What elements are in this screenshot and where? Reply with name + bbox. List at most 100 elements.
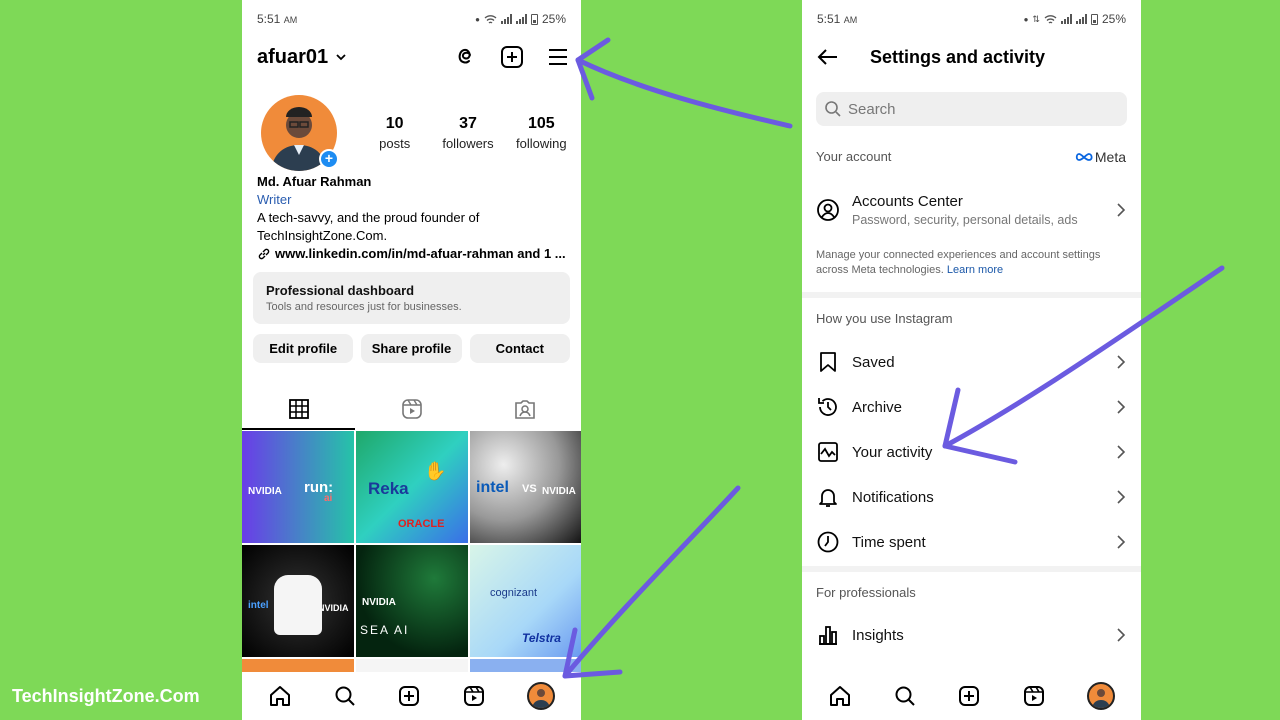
search-placeholder: Search [848,100,896,118]
section-for-professionals: For professionals [816,585,916,600]
signal-2-icon [1075,14,1087,24]
dot-icon: ● [475,14,480,24]
reels-icon[interactable] [462,684,486,708]
profile-avatar[interactable]: + [261,95,339,171]
data-arrows-icon: ⇅ [1032,13,1040,24]
share-profile-button[interactable]: Share profile [361,334,462,363]
profile-actions: Edit profile Share profile Contact [253,334,570,363]
battery-percent: 25% [541,12,566,26]
dashboard-subtitle: Tools and resources just for businesses. [266,301,462,313]
link-icon [258,248,270,260]
display-name: Md. Afuar Rahman [257,174,372,189]
signal-icon [500,14,512,24]
accounts-center-row[interactable]: Accounts Center Password, security, pers… [816,188,1127,232]
tab-reels[interactable] [355,388,468,430]
accounts-note: Manage your connected experiences and ac… [816,249,1101,276]
add-story-icon[interactable]: + [319,149,339,169]
post-thumbnail[interactable]: NVIDIA SEA AI [356,545,468,657]
bookmark-icon [820,352,836,372]
post-thumbnail[interactable]: intel NVIDIA [242,545,354,657]
bottom-nav [242,672,581,720]
dashboard-title: Professional dashboard [266,283,415,298]
post-thumbnail[interactable]: cognizant Telstra [470,545,581,657]
chevron-right-icon [1117,203,1126,217]
bottom-nav [802,672,1141,720]
search-input[interactable]: Search [816,92,1127,126]
home-icon[interactable] [828,684,852,708]
bio-link[interactable]: www.linkedin.com/in/md-afuar-rahman and … [257,245,571,263]
search-icon[interactable] [333,684,357,708]
chevron-right-icon [1117,445,1126,459]
search-icon [825,101,841,117]
signal-2-icon [515,14,527,24]
reels-icon[interactable] [1022,684,1046,708]
watermark: TechInsightZone.Com [12,686,200,706]
create-icon[interactable] [957,684,981,708]
chevron-right-icon [1117,628,1126,642]
page-title: Settings and activity [870,46,1046,67]
stat-followers[interactable]: 37 followers [431,115,504,151]
status-bar: 5:51 AM ● 25% [257,11,566,27]
profile-avatar-icon[interactable] [1086,682,1115,710]
wifi-icon [484,14,497,24]
create-icon[interactable] [397,684,421,708]
profile-header: afuar01 [257,42,571,72]
settings-item-notifications[interactable]: Notifications [816,475,1127,519]
activity-icon [818,442,838,462]
meta-infinity-icon [1075,153,1093,161]
username[interactable]: afuar01 [257,46,328,69]
settings-item-insights[interactable]: Insights [816,613,1127,657]
settings-item-saved[interactable]: Saved [816,340,1127,384]
back-arrow-icon[interactable] [816,45,840,69]
learn-more-link[interactable]: Learn more [947,264,1003,276]
tagged-icon [514,400,535,419]
bell-icon [819,489,837,507]
profile-bio: Md. Afuar Rahman Writer A tech-savvy, an… [257,173,571,263]
tab-grid[interactable] [242,388,355,430]
dot-icon: ● [1023,14,1029,24]
chevron-right-icon [1117,535,1126,549]
battery-percent: 25% [1101,12,1126,26]
llama-illustration [274,575,322,635]
home-icon[interactable] [268,684,292,708]
post-thumbnail[interactable]: intel VS NVIDIA [470,431,581,543]
settings-item-archive[interactable]: Archive [816,385,1127,429]
section-how-you-use: How you use Instagram [816,311,953,326]
bio-line-2: TechInsightZone.Com. [257,228,388,243]
settings-header: Settings and activity [816,42,1127,72]
post-thumbnail[interactable]: Reka ORACLE ✋ [356,431,468,543]
settings-item-your-activity[interactable]: Your activity [816,430,1127,474]
tab-tagged[interactable] [468,388,581,430]
search-icon[interactable] [893,684,917,708]
chevron-right-icon [1117,490,1126,504]
settings-screen: 5:51 AM ● ⇅ 25% Settings and activity Se… [802,0,1141,720]
battery-icon [530,13,538,25]
contact-button[interactable]: Contact [469,334,570,363]
stat-following[interactable]: 105 following [505,115,578,151]
profile-avatar-icon[interactable] [526,682,555,710]
edit-profile-button[interactable]: Edit profile [253,334,354,363]
create-post-icon[interactable] [499,44,525,70]
stat-posts[interactable]: 10 posts [358,115,431,151]
status-time: 5:51 AM [257,12,298,26]
menu-icon[interactable] [545,44,571,70]
post-grid: NVIDIA run: ai Reka ORACLE ✋ intel VS NV… [242,431,581,675]
status-time: 5:51 AM [817,12,858,26]
settings-item-time-spent[interactable]: Time spent [816,520,1127,564]
accounts-center-title: Accounts Center [852,193,963,210]
signal-icon [1060,14,1072,24]
post-thumbnail[interactable]: NVIDIA run: ai [242,431,354,543]
accounts-center-subtitle: Password, security, personal details, ad… [852,213,1078,227]
bio-line-1: A tech-savvy, and the proud founder of [257,210,480,225]
meta-logo: Meta [1075,149,1126,165]
profile-screen: 5:51 AM ● 25% afuar01 + 10 posts 37 foll… [242,0,581,720]
professional-dashboard[interactable]: Professional dashboard Tools and resourc… [253,272,570,324]
section-divider [802,292,1141,298]
grid-icon [288,399,309,419]
chevron-down-icon[interactable] [334,50,348,64]
arrow-to-menu-icon [575,37,793,129]
threads-icon[interactable] [453,44,479,70]
insights-icon [819,626,837,645]
arrow-to-profile-icon [562,485,741,679]
wifi-icon [1044,14,1057,24]
